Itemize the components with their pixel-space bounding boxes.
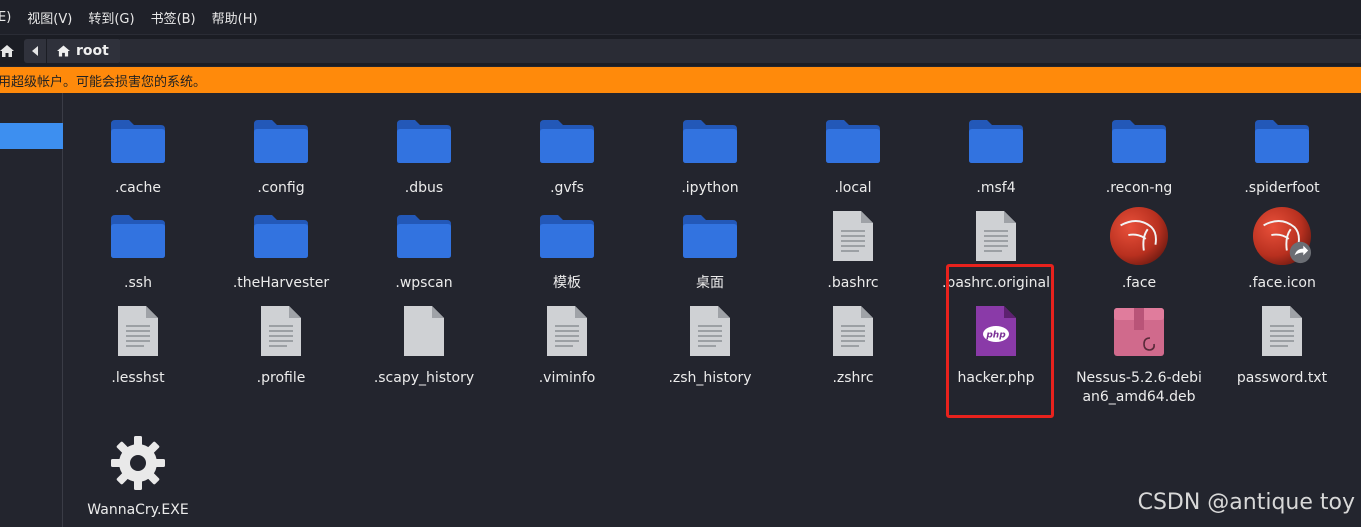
file-name-label: .spiderfoot — [1244, 180, 1320, 196]
file-name-label: .msf4 — [976, 180, 1016, 196]
highlight-box — [946, 264, 1054, 418]
folder-icon — [394, 206, 454, 266]
folder-icon — [251, 111, 311, 171]
sidebar-selected-item[interactable] — [0, 123, 63, 149]
folder-icon — [1252, 111, 1312, 171]
file-item[interactable]: .face.icon — [1212, 206, 1352, 293]
file-name-label: .theHarvester — [232, 275, 330, 291]
file-item[interactable]: .recon-ng — [1069, 111, 1209, 198]
menu-bookmarks[interactable]: 书签(B) — [143, 8, 204, 27]
back-arrow-icon[interactable] — [24, 39, 46, 63]
deb-package-icon — [1109, 301, 1169, 361]
file-name-label: .ipython — [681, 180, 739, 196]
home-icon — [57, 45, 70, 57]
file-item[interactable]: .zsh_history — [640, 301, 780, 388]
file-item[interactable]: .gvfs — [497, 111, 637, 198]
file-item[interactable]: .dbus — [354, 111, 494, 198]
file-item[interactable]: .wpscan — [354, 206, 494, 293]
folder-icon — [823, 111, 883, 171]
file-item[interactable]: .profile — [211, 301, 351, 388]
file-item[interactable]: .config — [211, 111, 351, 198]
file-item[interactable]: Nessus-5.2.6-debian6_amd64.deb — [1069, 301, 1209, 407]
file-name-label: .lesshst — [111, 370, 165, 386]
file-name-label: .zshrc — [832, 370, 874, 386]
file-name-label: .ssh — [124, 275, 152, 291]
sidebar — [0, 93, 63, 527]
file-name-label: .zsh_history — [668, 370, 752, 386]
folder-icon — [251, 206, 311, 266]
text-file-icon — [823, 301, 883, 361]
file-name-label: Nessus-5.2.6-debian6_amd64.deb — [1076, 370, 1202, 405]
root-warning-banner: 用超级帐户。可能会损害您的系统。 — [0, 67, 1361, 93]
warning-text: 用超级帐户。可能会损害您的系统。 — [0, 74, 207, 90]
breadcrumb-root[interactable]: root — [47, 39, 121, 63]
folder-icon — [537, 111, 597, 171]
file-item[interactable]: .spiderfoot — [1212, 111, 1352, 198]
file-item[interactable]: .bashrc — [783, 206, 923, 293]
file-name-label: .scapy_history — [373, 370, 475, 386]
file-item[interactable]: .local — [783, 111, 923, 198]
file-name-label: .viminfo — [538, 370, 596, 386]
file-name-label: .config — [257, 180, 305, 196]
kali-logo-link-icon — [1252, 206, 1312, 266]
menu-bar: E) 视图(V) 转到(G) 书签(B) 帮助(H) — [0, 0, 1361, 34]
file-name-label: .bashrc — [827, 275, 879, 291]
file-item[interactable]: password.txt — [1212, 301, 1352, 388]
watermark: CSDN @antique toy — [1137, 490, 1355, 515]
breadcrumb-label: root — [76, 43, 109, 59]
file-name-label: .profile — [256, 370, 306, 386]
text-file-icon — [966, 206, 1026, 266]
folder-icon — [680, 206, 740, 266]
kali-logo-icon — [1109, 206, 1169, 266]
menu-help[interactable]: 帮助(H) — [204, 8, 266, 27]
file-name-label: .gvfs — [550, 180, 584, 196]
text-file-icon — [1252, 301, 1312, 361]
menu-view[interactable]: 视图(V) — [19, 8, 80, 27]
folder-icon — [108, 111, 168, 171]
text-file-icon — [823, 206, 883, 266]
file-name-label: .cache — [115, 180, 161, 196]
menu-go[interactable]: 转到(G) — [80, 8, 142, 27]
file-item[interactable]: 模板 — [497, 206, 637, 293]
blank-file-icon — [394, 301, 454, 361]
file-item[interactable]: .face — [1069, 206, 1209, 293]
file-name-label: .dbus — [404, 180, 444, 196]
file-name-label: .face — [1121, 275, 1157, 291]
file-item[interactable]: .ipython — [640, 111, 780, 198]
file-name-label: .recon-ng — [1105, 180, 1173, 196]
file-item[interactable]: .ssh — [68, 206, 208, 293]
file-name-label: password.txt — [1236, 370, 1328, 386]
folder-icon — [108, 206, 168, 266]
folder-icon — [537, 206, 597, 266]
file-item[interactable]: .scapy_history — [354, 301, 494, 388]
file-item[interactable]: .lesshst — [68, 301, 208, 388]
folder-icon — [394, 111, 454, 171]
gear-icon — [108, 433, 168, 493]
file-name-label: 模板 — [553, 275, 581, 291]
file-name-label: 桌面 — [696, 275, 724, 291]
text-file-icon — [680, 301, 740, 361]
menu-edit[interactable]: E) — [0, 10, 19, 25]
text-file-icon — [251, 301, 311, 361]
file-item[interactable]: .zshrc — [783, 301, 923, 388]
file-item[interactable]: 桌面 — [640, 206, 780, 293]
file-item[interactable]: .cache — [68, 111, 208, 198]
home-icon[interactable] — [0, 39, 16, 63]
text-file-icon — [537, 301, 597, 361]
folder-icon — [680, 111, 740, 171]
file-item[interactable]: .msf4 — [926, 111, 1066, 198]
file-item[interactable]: .theHarvester — [211, 206, 351, 293]
file-name-label: WannaCry.EXE — [87, 502, 189, 518]
folder-icon — [1109, 111, 1169, 171]
location-bar: root — [0, 34, 1361, 66]
folder-icon — [966, 111, 1026, 171]
path-bar-empty[interactable] — [120, 39, 1361, 63]
file-item[interactable]: WannaCry.EXE — [68, 433, 208, 520]
file-grid: .cache .config .dbus .gvfs .ipython .loc… — [64, 93, 1361, 527]
text-file-icon — [108, 301, 168, 361]
file-name-label: .local — [834, 180, 872, 196]
file-name-label: .face.icon — [1248, 275, 1316, 291]
file-name-label: .wpscan — [395, 275, 453, 291]
file-item[interactable]: .viminfo — [497, 301, 637, 388]
